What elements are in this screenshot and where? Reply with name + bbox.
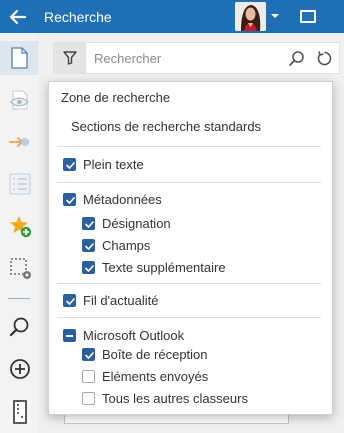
magnifier-icon[interactable]: [288, 50, 305, 67]
favorite-add-icon: [10, 216, 32, 238]
option-label: Boîte de réception: [102, 347, 208, 362]
window-toggle-icon[interactable]: [300, 10, 316, 23]
selection-settings-icon: [10, 258, 31, 279]
check-icon: [85, 221, 94, 228]
option-checkbox[interactable]: [82, 239, 95, 252]
option-label: Champs: [102, 238, 151, 253]
rail-workflow[interactable]: [0, 125, 38, 159]
page-title: Recherche: [44, 9, 112, 25]
option-checkbox[interactable]: [82, 392, 95, 405]
back-arrow-icon[interactable]: [8, 7, 28, 27]
search-input[interactable]: [94, 49, 274, 67]
option-label: Eléments envoyés: [102, 369, 209, 384]
rail-add[interactable]: [0, 352, 38, 386]
divider: [57, 317, 321, 318]
option-checkbox[interactable]: [82, 348, 95, 361]
refresh-icon[interactable]: [316, 50, 333, 67]
document-icon: [11, 47, 28, 69]
search-icon: [9, 317, 29, 337]
account-menu-chevron-icon[interactable]: [270, 12, 280, 20]
server-icon: [13, 400, 27, 424]
check-icon: [66, 298, 75, 305]
rail-favorites[interactable]: [0, 209, 38, 243]
option-checkbox[interactable]: [82, 217, 95, 230]
search-scope-panel: Zone de recherche Sections de recherche …: [48, 81, 333, 415]
left-navigation-rail: [0, 33, 38, 433]
option-checkbox[interactable]: [63, 294, 76, 307]
option-label: Texte supplémentaire: [102, 260, 226, 275]
list-icon: [9, 173, 31, 195]
rail-list[interactable]: [0, 167, 38, 201]
panel-subtitle: Sections de recherche standards: [71, 119, 262, 134]
rail-selection[interactable]: [0, 251, 38, 285]
option-checkbox[interactable]: [63, 193, 76, 206]
divider: [57, 182, 321, 183]
filter-icon: [63, 51, 77, 65]
divider: [57, 283, 321, 284]
title-bar: Recherche: [0, 0, 344, 33]
option-label: Fil d'actualité: [83, 293, 159, 308]
filter-button[interactable]: [54, 43, 86, 73]
check-icon: [85, 352, 94, 359]
eye-icon: [10, 90, 29, 110]
check-icon: [66, 197, 75, 204]
search-bar: [53, 42, 340, 74]
option-checkbox[interactable]: [63, 158, 76, 171]
check-icon: [66, 162, 75, 169]
rail-preview[interactable]: [0, 83, 38, 117]
rail-document[interactable]: [0, 41, 38, 75]
option-checkbox[interactable]: [82, 370, 95, 383]
check-icon: [85, 243, 94, 250]
rail-divider: [8, 298, 30, 299]
option-checkbox[interactable]: [82, 261, 95, 274]
indeterminate-icon: [66, 335, 73, 337]
rail-server[interactable]: [0, 394, 38, 428]
user-avatar[interactable]: [235, 2, 266, 31]
workflow-icon: [9, 137, 29, 147]
option-label: Microsoft Outlook: [83, 328, 185, 343]
divider: [57, 146, 321, 147]
option-label: Tous les autres classeurs: [102, 391, 248, 406]
option-label: Désignation: [102, 216, 171, 231]
rail-search[interactable]: [0, 310, 38, 344]
avatar-portrait-icon: [235, 2, 266, 31]
add-icon: [10, 359, 30, 379]
option-label: Métadonnées: [83, 192, 162, 207]
option-checkbox[interactable]: [63, 329, 76, 342]
check-icon: [85, 265, 94, 272]
option-label: Plein texte: [83, 157, 144, 172]
panel-title: Zone de recherche: [61, 90, 171, 105]
